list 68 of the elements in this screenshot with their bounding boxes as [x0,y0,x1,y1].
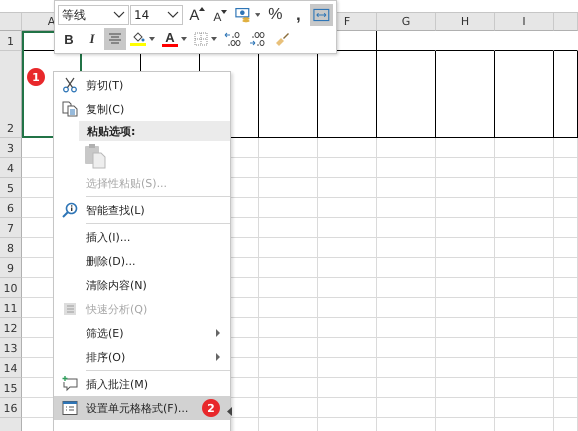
row-header[interactable]: 6 [0,198,22,218]
caret-up-icon [199,6,206,10]
chevron-down-icon [167,11,180,19]
sheet-cell[interactable] [495,51,554,138]
menu-item[interactable]: 排序(O) [54,345,230,369]
money-icon [235,7,252,23]
row-header[interactable]: 1 [0,31,22,51]
decrease-decimal-icon [249,31,267,47]
column-header[interactable]: I [495,13,554,31]
paint-bucket-icon [131,32,145,43]
row-header[interactable]: 13 [0,338,22,358]
copy-icon [62,101,78,117]
row-header[interactable]: 9 [0,258,22,278]
percent-button[interactable]: % [264,4,286,26]
row-header[interactable]: 11 [0,298,22,318]
bold-button[interactable]: B [58,28,80,50]
shrink-font-button[interactable]: A [209,4,232,26]
font-color-button[interactable]: A [159,28,190,50]
column-header[interactable]: G [377,13,436,31]
paste-options-heading: 粘贴选项: [79,121,230,141]
comma-button[interactable]: , [287,4,310,26]
borders-icon [194,32,208,46]
menu-item[interactable]: 筛选(E) [54,321,230,345]
wrap-text-icon [313,8,330,22]
menu-item[interactable]: 设置单元格格式(F)... 2 [54,396,230,420]
menu-item[interactable]: 插入批注(M) [54,372,230,396]
italic-button[interactable]: I [81,28,103,50]
select-all-corner[interactable] [0,13,22,31]
step-badge: 1 [27,68,45,86]
row-header[interactable]: 2 [0,51,22,138]
format-cells-icon [62,400,78,416]
sheet-cell[interactable] [436,51,495,138]
paintbrush-icon [274,31,290,47]
font-size-dropdown[interactable]: 14 [130,5,184,25]
row-header[interactable]: 12 [0,318,22,338]
menu-item[interactable]: 剪切(T) [54,73,230,97]
align-center-button[interactable] [104,28,126,50]
menu-item[interactable]: 插入(I)... [54,225,230,249]
quick-analysis-icon [62,301,78,317]
row-header[interactable]: 5 [0,178,22,198]
row-header[interactable]: 15 [0,378,22,398]
row-header[interactable]: 8 [0,238,22,258]
row-header[interactable]: 16 [0,398,22,418]
grow-font-button[interactable]: A [186,4,208,26]
row-header[interactable]: 14 [0,358,22,378]
menu-item[interactable]: 清除内容(N) [54,273,230,297]
row-header[interactable]: 4 [0,158,22,178]
menu-item[interactable]: 删除(D)... [54,249,230,273]
row-header[interactable]: 10 [0,278,22,298]
chevron-down-icon [112,11,125,19]
sheet-cell[interactable] [377,51,436,138]
clipboard-icon[interactable] [84,143,106,169]
align-center-icon [108,33,122,45]
step-badge: 2 [202,399,220,417]
caret-down-icon [221,10,228,14]
add-comment-icon [62,376,78,392]
row-header[interactable]: 3 [0,138,22,158]
row-header[interactable]: 7 [0,218,22,238]
pointer-arrow-icon [227,407,232,416]
menu-item[interactable]: 复制(C) [54,97,230,121]
sheet-cell[interactable] [554,51,578,138]
scissors-icon [62,77,78,93]
menu-item[interactable]: 智能查找(L) [54,198,230,222]
search-icon [62,202,78,218]
font-name-dropdown[interactable]: 等线 [58,5,129,25]
increase-decimal-icon [224,31,242,47]
column-header[interactable]: H [436,13,495,31]
wrap-button[interactable] [310,4,334,26]
